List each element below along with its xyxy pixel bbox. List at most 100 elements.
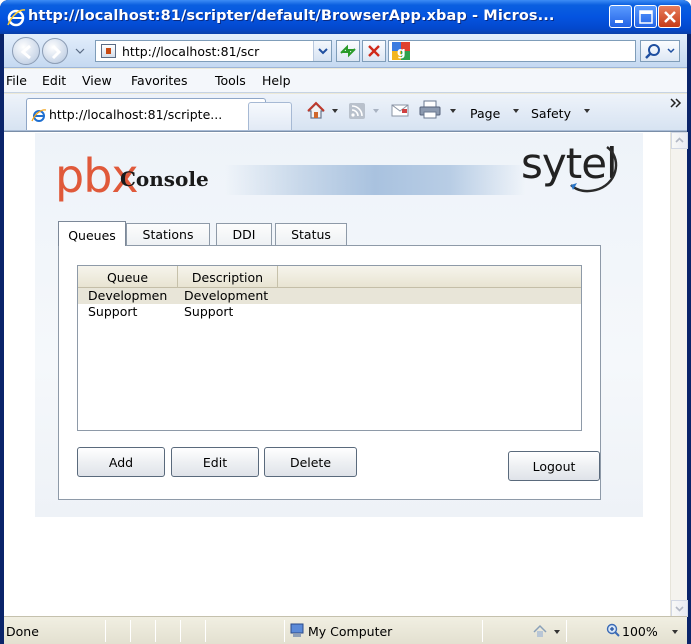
print-icon[interactable] bbox=[419, 100, 441, 120]
add-button[interactable]: Add bbox=[77, 447, 165, 477]
app-title: Console bbox=[120, 167, 209, 191]
browser-tab-title: http://localhost:81/scripte... bbox=[49, 107, 223, 122]
edit-button[interactable]: Edit bbox=[171, 447, 259, 477]
home-dropdown[interactable] bbox=[332, 109, 338, 113]
grid-header: Queue Description bbox=[78, 266, 581, 288]
page-menu-button[interactable]: Page bbox=[470, 106, 500, 121]
column-header-description[interactable]: Description bbox=[178, 266, 278, 288]
column-header-queue[interactable]: Queue bbox=[78, 266, 178, 288]
maximize-button[interactable] bbox=[634, 5, 657, 28]
address-dropdown[interactable] bbox=[313, 41, 331, 61]
forward-button[interactable] bbox=[42, 38, 68, 64]
zoom-level[interactable]: 100% bbox=[622, 624, 658, 639]
header-banner bbox=[225, 165, 525, 195]
search-button[interactable] bbox=[640, 40, 680, 62]
minimize-button[interactable] bbox=[609, 5, 632, 28]
cell-queue: Developmen bbox=[88, 288, 168, 303]
table-row[interactable]: Support Support bbox=[78, 304, 581, 320]
cell-description: Development bbox=[184, 288, 269, 303]
google-logo-icon: g bbox=[392, 42, 410, 60]
security-zone[interactable]: My Computer bbox=[308, 624, 392, 639]
menu-file[interactable]: File bbox=[6, 73, 27, 88]
cell-queue: Support bbox=[88, 304, 138, 319]
delete-button[interactable]: Delete bbox=[264, 447, 357, 477]
back-button[interactable] bbox=[12, 37, 40, 65]
close-icon bbox=[664, 11, 676, 23]
status-divider bbox=[105, 620, 106, 642]
status-divider bbox=[180, 620, 181, 642]
browser-tab-active[interactable]: http://localhost:81/scripte... bbox=[26, 98, 266, 130]
address-field[interactable]: http://localhost:81/scr bbox=[95, 40, 332, 62]
vertical-scrollbar[interactable] bbox=[670, 132, 688, 617]
refresh-button[interactable] bbox=[336, 40, 360, 62]
ie-page-icon bbox=[31, 109, 47, 122]
scroll-down-button[interactable] bbox=[671, 600, 688, 617]
status-bar: Done My Computer 100% bbox=[4, 616, 687, 644]
menu-tools[interactable]: Tools bbox=[215, 73, 246, 88]
address-url: http://localhost:81/scr bbox=[122, 44, 260, 59]
tab-stations[interactable]: Stations bbox=[126, 223, 210, 245]
new-tab-button[interactable] bbox=[248, 102, 292, 130]
refresh-icon bbox=[340, 44, 356, 58]
sytel-logo-arc-icon bbox=[570, 145, 618, 193]
feeds-icon[interactable] bbox=[349, 103, 365, 119]
zoom-dropdown[interactable] bbox=[672, 630, 678, 634]
recent-pages-dropdown[interactable] bbox=[73, 45, 87, 57]
menu-view[interactable]: View bbox=[82, 73, 112, 88]
title-bar[interactable]: http://localhost:81/scripter/default/Bro… bbox=[0, 0, 691, 34]
menu-edit[interactable]: Edit bbox=[42, 73, 66, 88]
scroll-up-button[interactable] bbox=[671, 132, 688, 149]
address-toolbar: http://localhost:81/scr g bbox=[4, 34, 687, 68]
mail-icon[interactable] bbox=[391, 103, 409, 119]
queues-panel: Queue Description Developmen Development… bbox=[58, 245, 601, 500]
minimize-icon bbox=[615, 20, 623, 23]
maximize-icon bbox=[639, 10, 653, 24]
status-divider bbox=[566, 620, 567, 642]
pbx-console-app: pbx Console sytel Queues Stations DDI St… bbox=[35, 133, 643, 517]
stop-icon bbox=[368, 45, 380, 57]
chevron-down-icon bbox=[318, 48, 328, 55]
window-title: http://localhost:81/scripter/default/Bro… bbox=[28, 8, 555, 24]
page-favicon-icon bbox=[101, 44, 116, 58]
menu-favorites[interactable]: Favorites bbox=[131, 73, 187, 88]
chevron-up-icon bbox=[675, 137, 684, 143]
status-text: Done bbox=[6, 624, 39, 639]
safety-menu-dropdown[interactable] bbox=[584, 109, 590, 113]
queues-grid[interactable]: Queue Description Developmen Development… bbox=[77, 265, 582, 431]
protected-mode-dropdown[interactable] bbox=[554, 630, 560, 634]
logout-button[interactable]: Logout bbox=[508, 451, 600, 481]
tab-command-bar: http://localhost:81/scripte... Page Safe… bbox=[4, 94, 687, 131]
arrow-left-icon bbox=[20, 44, 31, 60]
feeds-dropdown[interactable] bbox=[373, 109, 379, 113]
protected-mode-icon[interactable] bbox=[532, 624, 550, 638]
cell-description: Support bbox=[184, 304, 234, 319]
tab-ddi[interactable]: DDI bbox=[216, 223, 272, 245]
browser-frame: http://localhost:81/scr g File Edit View… bbox=[4, 34, 688, 644]
close-button[interactable] bbox=[658, 5, 681, 28]
arrow-right-icon bbox=[51, 44, 62, 60]
status-divider bbox=[155, 620, 156, 642]
browser-window: http://localhost:81/scripter/default/Bro… bbox=[0, 0, 691, 644]
ie-logo-icon bbox=[7, 9, 26, 27]
status-divider bbox=[130, 620, 131, 642]
menu-help[interactable]: Help bbox=[262, 73, 291, 88]
table-row[interactable]: Developmen Development bbox=[78, 288, 581, 304]
print-dropdown[interactable] bbox=[450, 109, 456, 113]
safety-menu-button[interactable]: Safety bbox=[531, 106, 571, 121]
search-icon bbox=[645, 44, 675, 59]
tab-status[interactable]: Status bbox=[275, 223, 347, 245]
chevron-down-icon bbox=[675, 606, 684, 612]
computer-icon bbox=[290, 623, 304, 637]
status-divider bbox=[205, 620, 206, 642]
menu-bar: File Edit View Favorites Tools Help bbox=[4, 69, 687, 93]
search-input[interactable]: g bbox=[388, 40, 636, 62]
page-menu-dropdown[interactable] bbox=[513, 109, 519, 113]
stop-button[interactable] bbox=[362, 40, 386, 62]
chevron-double-right-icon[interactable] bbox=[670, 98, 682, 108]
home-icon[interactable] bbox=[306, 101, 326, 121]
tab-queues[interactable]: Queues bbox=[58, 221, 126, 246]
status-divider bbox=[482, 620, 483, 642]
svg-text:g: g bbox=[397, 45, 406, 59]
status-divider bbox=[284, 620, 285, 642]
zoom-icon[interactable] bbox=[606, 623, 621, 638]
